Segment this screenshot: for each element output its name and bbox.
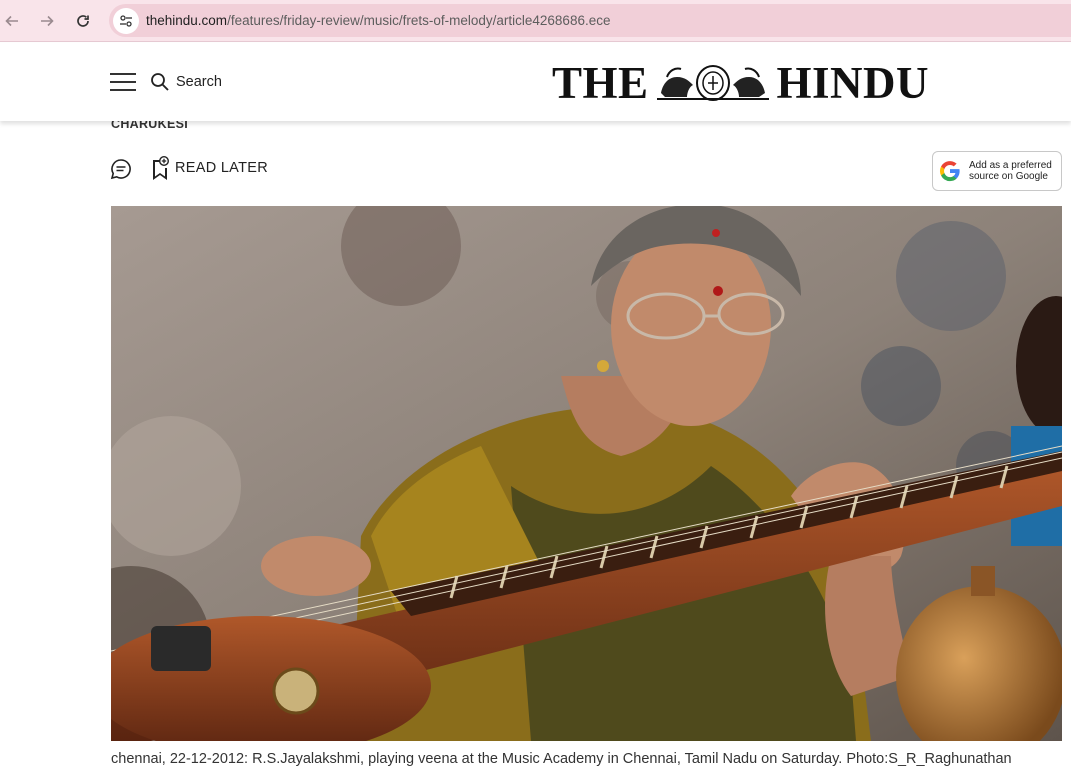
google-pref-text: Add as a preferred source on Google: [969, 160, 1052, 183]
hamburger-line: [110, 81, 136, 83]
bookmark-add-icon: [153, 156, 169, 180]
back-button[interactable]: [0, 9, 24, 33]
hamburger-line: [110, 89, 136, 91]
search-label: Search: [176, 74, 222, 90]
url-text: thehindu.com/features/friday-review/musi…: [146, 13, 610, 28]
tune-icon: [120, 14, 132, 27]
logo-word-right: HINDU: [776, 58, 930, 108]
read-later-label: READ LATER: [175, 160, 268, 176]
emblem-icon: [656, 65, 769, 101]
arrow-left-icon: [5, 15, 18, 27]
site-logo[interactable]: THE HINDU: [552, 58, 930, 108]
read-later-button[interactable]: READ LATER: [151, 156, 268, 180]
logo-word-left: THE: [552, 58, 649, 108]
photo-caption: chennai, 22-12-2012: R.S.Jayalakshmi, pl…: [111, 751, 1012, 767]
search-icon: [151, 73, 169, 91]
site-info-button[interactable]: [113, 7, 139, 34]
google-g-icon: [940, 161, 960, 182]
url-path: /features/friday-review/music/frets-of-m…: [227, 13, 611, 28]
site-header: Search THE HINDU: [0, 43, 1071, 121]
reload-icon: [77, 15, 89, 27]
article-photo: [111, 206, 1062, 741]
google-pref-line2: source on Google: [969, 171, 1048, 182]
veena-performer-illustration: [111, 206, 1062, 741]
hamburger-line: [110, 73, 136, 75]
google-pref-line1: Add as a preferred: [969, 159, 1052, 171]
comment-button[interactable]: [110, 158, 132, 180]
address-bar[interactable]: thehindu.com/features/friday-review/musi…: [109, 4, 1071, 37]
menu-button[interactable]: [110, 73, 136, 91]
search-button[interactable]: Search: [150, 71, 222, 93]
arrow-right-icon: [41, 15, 54, 27]
reload-button[interactable]: [71, 9, 95, 33]
browser-toolbar: thehindu.com/features/friday-review/musi…: [0, 0, 1071, 42]
google-preferred-source-button[interactable]: Add as a preferred source on Google: [932, 151, 1062, 191]
url-host: thehindu.com: [146, 13, 228, 28]
forward-button[interactable]: [35, 9, 59, 33]
comment-icon: [110, 159, 131, 180]
